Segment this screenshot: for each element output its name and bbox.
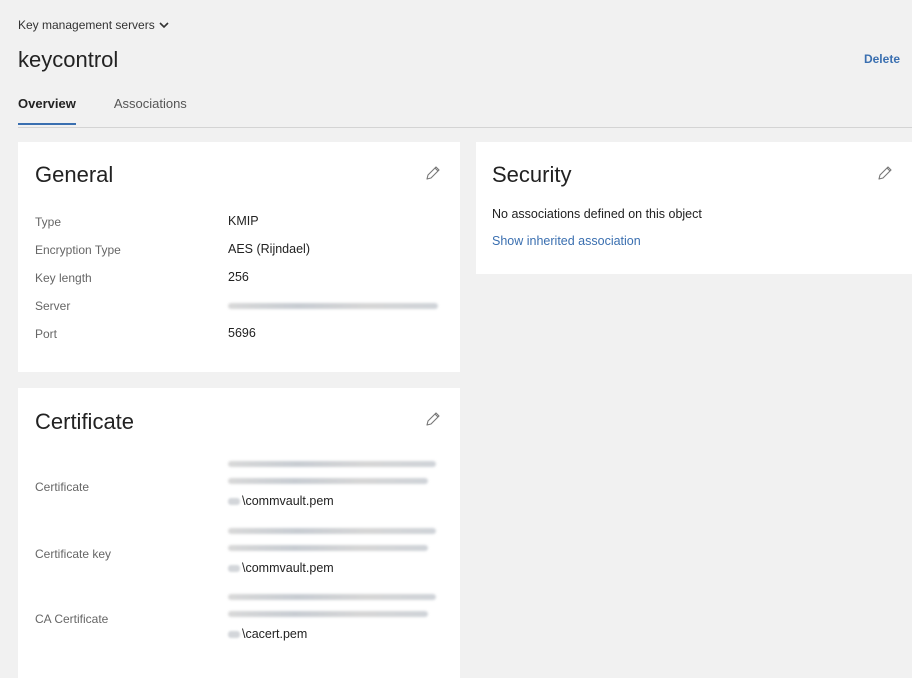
certificate-key-label: Certificate key: [35, 547, 112, 561]
pencil-icon[interactable]: [876, 164, 894, 182]
type-label: Type: [35, 215, 62, 229]
certificate-label: Certificate: [35, 480, 90, 494]
page-title: keycontrol: [18, 47, 119, 72]
port-value: 5696: [228, 326, 256, 340]
encryption-type-value: AES (Rijndael): [228, 242, 310, 256]
certificate-title: Certificate: [35, 409, 135, 434]
certificate-key-value: \commvault.pem: [228, 528, 448, 575]
tab-bar: Overview Associations: [18, 96, 225, 125]
certificate-value: \commvault.pem: [228, 461, 448, 508]
ca-certificate-label: CA Certificate: [35, 612, 109, 626]
security-message: No associations defined on this object: [492, 207, 702, 221]
security-card: Security No associations defined on this…: [476, 142, 912, 274]
pencil-icon[interactable]: [424, 410, 442, 428]
show-inherited-association-link[interactable]: Show inherited association: [492, 234, 641, 248]
general-card: General Type KMIP Encryption Type AES (R…: [18, 142, 460, 372]
key-length-value: 256: [228, 270, 249, 284]
ca-certificate-file: \cacert.pem: [242, 627, 308, 641]
type-value: KMIP: [228, 214, 259, 228]
chevron-down-icon: [159, 22, 169, 29]
breadcrumb-label: Key management servers: [18, 18, 155, 32]
encryption-type-label: Encryption Type: [35, 243, 121, 257]
tab-associations[interactable]: Associations: [114, 96, 187, 125]
certificate-card: Certificate Certificate \commvault.pem C…: [18, 388, 460, 678]
server-value-redacted: [228, 303, 438, 309]
port-label: Port: [35, 327, 58, 341]
breadcrumb[interactable]: Key management servers: [18, 18, 169, 32]
ca-certificate-value: \cacert.pem: [228, 594, 448, 641]
general-title: General: [35, 162, 114, 187]
key-length-label: Key length: [35, 271, 92, 285]
pencil-icon[interactable]: [424, 164, 442, 182]
server-label: Server: [35, 299, 71, 313]
delete-button[interactable]: Delete: [864, 52, 900, 66]
security-title: Security: [492, 162, 572, 187]
certificate-file: \commvault.pem: [242, 494, 334, 508]
tab-overview[interactable]: Overview: [18, 96, 76, 125]
tab-divider: [18, 127, 912, 128]
certificate-key-file: \commvault.pem: [242, 561, 334, 575]
